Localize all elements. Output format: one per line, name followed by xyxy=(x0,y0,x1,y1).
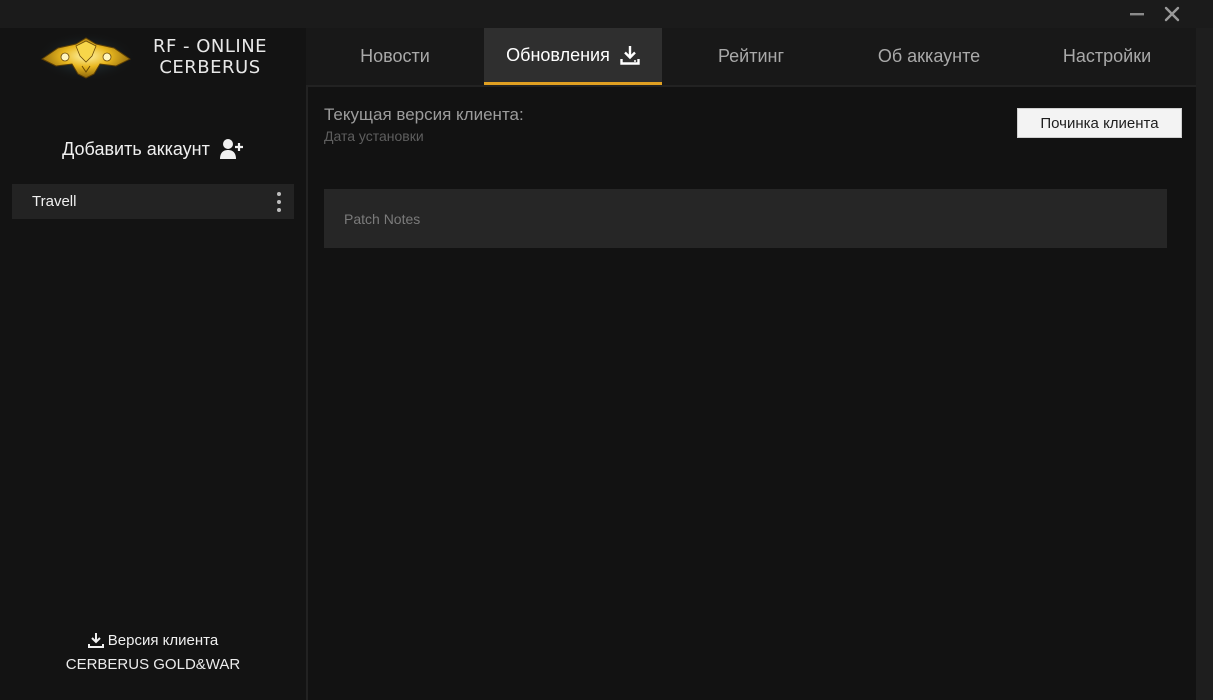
patch-notes-section[interactable]: Patch Notes xyxy=(324,189,1167,248)
brand-line-1: RF - ONLINE xyxy=(152,36,268,57)
tab-rating[interactable]: Рейтинг xyxy=(662,28,840,85)
patch-notes-label: Patch Notes xyxy=(344,210,421,227)
add-user-icon xyxy=(219,139,243,159)
main-tabs: Новости Обновления Рейтинг Об аккаунте Н… xyxy=(306,28,1196,85)
current-version-label: Текущая версия клиента: xyxy=(324,105,524,124)
repair-client-button[interactable]: Починка клиента xyxy=(1017,108,1182,138)
logo-area: RF - ONLINE CERBERUS xyxy=(0,28,306,86)
tab-account-label: Об аккаунте xyxy=(877,46,981,66)
sidebar: RF - ONLINE CERBERUS Добавить аккаунт Tr… xyxy=(0,28,306,700)
client-version-info: Версия клиента CERBERUS GOLD&WAR xyxy=(0,630,306,674)
tab-news-label: Новости xyxy=(360,46,430,66)
tab-news[interactable]: Новости xyxy=(306,28,484,85)
updates-panel: Текущая версия клиента: Дата установки П… xyxy=(306,85,1196,700)
account-list-item[interactable]: Travell xyxy=(12,184,294,219)
add-account-button[interactable]: Добавить аккаунт xyxy=(0,134,306,164)
client-version-label: Версия клиента xyxy=(107,631,219,649)
tab-rating-label: Рейтинг xyxy=(717,46,785,66)
brand-line-2: CERBERUS xyxy=(159,57,261,78)
close-button[interactable] xyxy=(1159,2,1185,26)
download-icon xyxy=(620,45,640,65)
tab-updates-label: Обновления xyxy=(506,44,610,65)
account-name: Travell xyxy=(32,193,77,210)
more-options-icon[interactable] xyxy=(272,190,286,214)
window-edge xyxy=(1196,28,1213,700)
client-version-value: CERBERUS GOLD&WAR xyxy=(65,656,241,673)
tab-settings[interactable]: Настройки xyxy=(1018,28,1196,85)
close-icon xyxy=(1164,6,1180,22)
tab-updates[interactable]: Обновления xyxy=(484,28,662,85)
add-account-label: Добавить аккаунт xyxy=(62,138,210,159)
download-icon xyxy=(87,633,104,648)
minimize-icon xyxy=(1130,13,1144,16)
tab-settings-label: Настройки xyxy=(1062,46,1152,66)
install-date-label: Дата установки xyxy=(324,128,424,144)
minimize-button[interactable] xyxy=(1124,2,1150,26)
title-bar xyxy=(0,0,1213,28)
tab-account[interactable]: Об аккаунте xyxy=(840,28,1018,85)
launcher-window: RF - ONLINE CERBERUS Добавить аккаунт Tr… xyxy=(0,0,1213,700)
cerberus-logo-icon xyxy=(36,32,136,82)
brand-title: RF - ONLINE CERBERUS xyxy=(148,36,272,78)
